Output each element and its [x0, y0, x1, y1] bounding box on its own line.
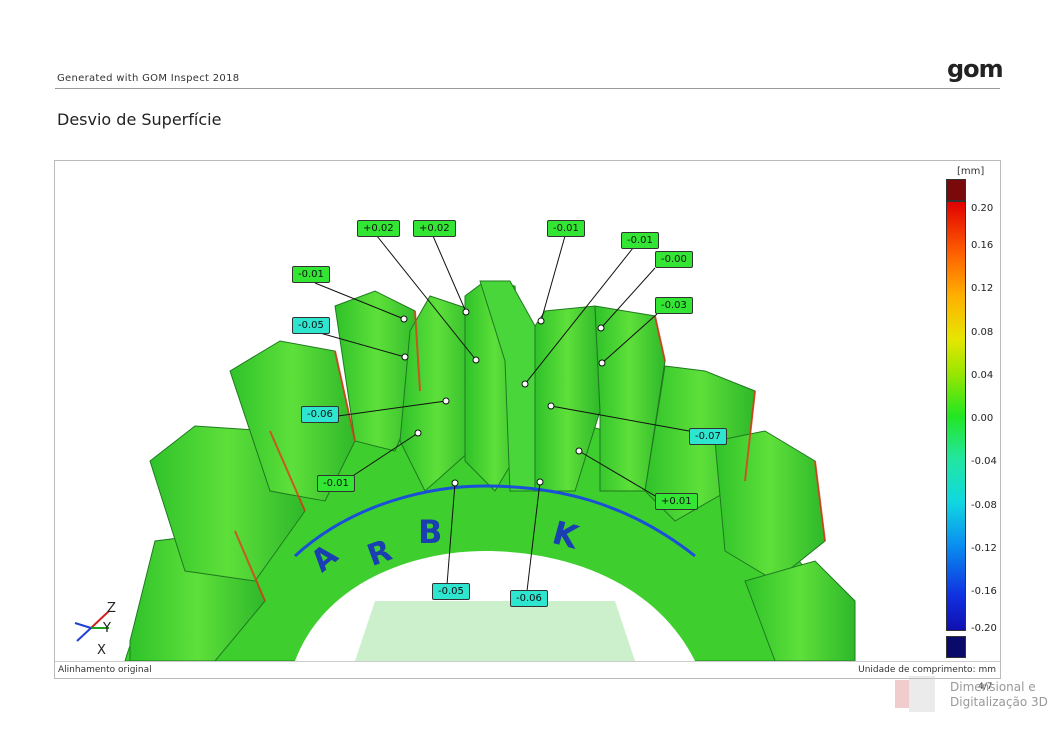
colorscale-tick: -0.04	[971, 456, 997, 467]
alignment-status: Alinhamento original	[58, 665, 152, 675]
deviation-label[interactable]: -0.05	[292, 317, 330, 334]
3d-viewport[interactable]: A R B K +0.02 +0.02 -0.01 -0.01 -0.00 -0…	[55, 161, 1000, 662]
viewer-statusbar: Alinhamento original Unidade de comprime…	[55, 661, 1000, 678]
colorscale-tick: 0.08	[971, 327, 994, 338]
watermark-line2: Digitalização 3D	[950, 695, 1048, 709]
leader-lines	[314, 235, 690, 592]
deviation-label[interactable]: -0.01	[317, 475, 355, 492]
deviation-label[interactable]: -0.01	[621, 232, 659, 249]
deviation-label[interactable]: -0.01	[292, 266, 330, 283]
deviation-label[interactable]: -0.06	[301, 406, 339, 423]
axis-y-label: Y	[103, 621, 111, 636]
colorscale-unit: [mm]	[957, 166, 985, 177]
colorscale-tick: 0.20	[971, 203, 994, 214]
deviation-label[interactable]: +0.01	[655, 493, 698, 510]
colorscale-tick: 0.12	[971, 283, 994, 294]
gom-logo: gom	[947, 55, 1004, 83]
generated-with-text: Generated with GOM Inspect 2018	[57, 73, 240, 84]
colorscale-overflow-high	[946, 179, 966, 201]
deviation-label[interactable]: +0.02	[413, 220, 456, 237]
deviation-label[interactable]: -0.03	[655, 297, 693, 314]
axis-z-label: Z	[107, 601, 116, 616]
watermark-line1: Dimensional e	[950, 680, 1036, 694]
colorscale-tick: -0.12	[971, 543, 997, 554]
inspection-view-frame: A R B K +0.02 +0.02 -0.01 -0.01 -0.00 -0…	[54, 160, 1001, 679]
deviation-label[interactable]: -0.06	[510, 590, 548, 607]
axis-x-label: X	[97, 643, 106, 658]
page-title: Desvio de Superfície	[57, 110, 222, 129]
colorscale-tick: -0.08	[971, 500, 997, 511]
deviation-label[interactable]: +0.02	[357, 220, 400, 237]
header-divider	[55, 88, 1000, 89]
length-unit-status: Unidade de comprimento: mm	[858, 665, 996, 675]
colorscale-tick: 0.04	[971, 370, 994, 381]
colorscale-tick: -0.20	[971, 623, 997, 634]
colorscale-tick: 0.16	[971, 240, 994, 251]
deviation-label[interactable]: -0.07	[689, 428, 727, 445]
colorscale-tick: -0.16	[971, 586, 997, 597]
colorscale-tick: 0.00	[971, 413, 994, 424]
deviation-label[interactable]: -0.00	[655, 251, 693, 268]
deviation-label[interactable]: -0.05	[432, 583, 470, 600]
colorscale-bar	[946, 201, 966, 631]
colorscale-overflow-low	[946, 636, 966, 658]
deviation-label[interactable]: -0.01	[547, 220, 585, 237]
